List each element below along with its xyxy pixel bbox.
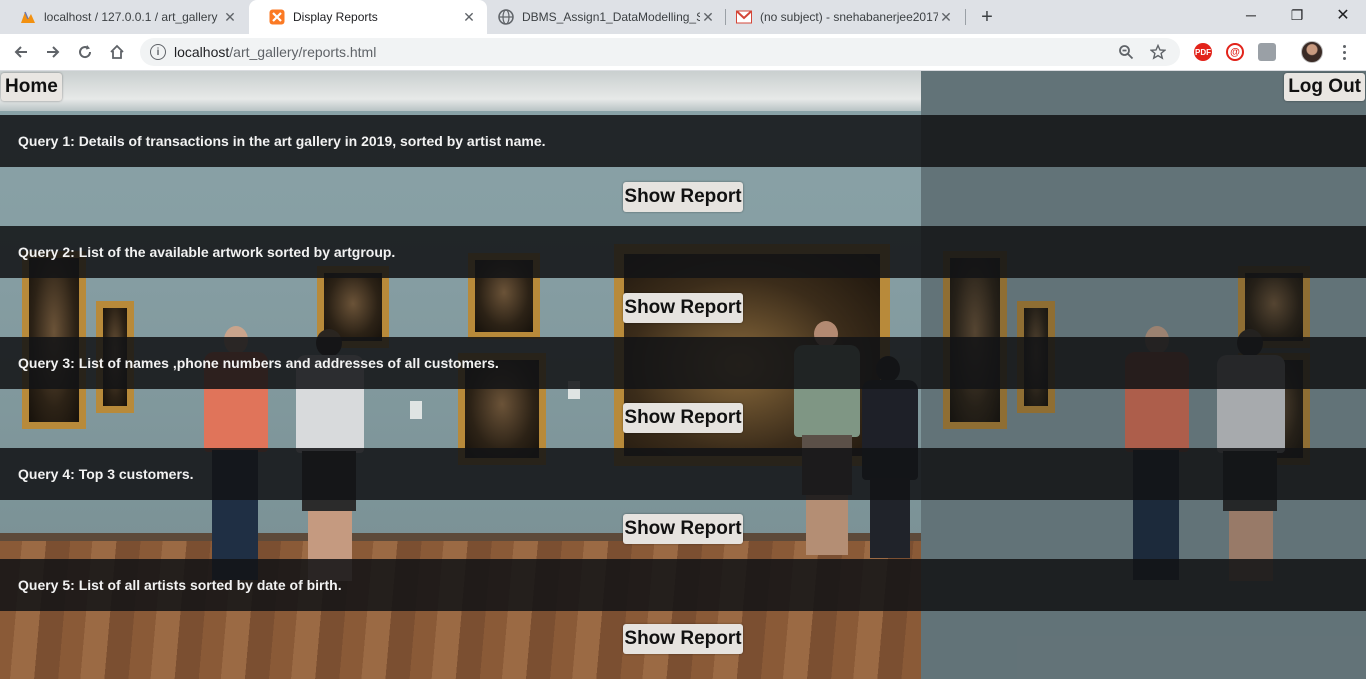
tab-title: Display Reports [293, 10, 378, 24]
address-bar[interactable]: i localhost/art_gallery/reports.html [140, 38, 1180, 66]
home-icon [110, 44, 124, 59]
gmail-icon [736, 9, 752, 25]
globe-icon [498, 9, 514, 25]
show-report-1-button[interactable]: Show Report [623, 182, 743, 212]
tab-display-reports[interactable]: Display Reports ✕ [249, 0, 487, 34]
pdf-extension-icon[interactable]: PDF [1194, 43, 1212, 61]
tab-gmail[interactable]: (no subject) - snehabanerjee2017 ✕ [716, 0, 964, 34]
tab-strip: localhost / 127.0.0.1 / art_gallery ✕ Di… [0, 0, 1366, 34]
back-arrow-icon [14, 46, 27, 58]
window-close-button[interactable]: ✕ [1320, 0, 1366, 30]
home-button[interactable]: Home [1, 73, 62, 101]
close-icon[interactable]: ✕ [938, 9, 954, 25]
browser-toolbar: i localhost/art_gallery/reports.html PDF… [0, 34, 1366, 71]
show-report-3-button[interactable]: Show Report [623, 403, 743, 433]
minimize-button[interactable]: ─ [1228, 0, 1274, 30]
home-browser-button[interactable] [104, 39, 130, 65]
show-report-4-button[interactable]: Show Report [623, 514, 743, 544]
url-text[interactable]: localhost/art_gallery/reports.html [174, 44, 1116, 60]
page-viewport: Home Log Out Query 1: Details of transac… [0, 71, 1366, 679]
query-3-text: Query 3: List of names ,phone numbers an… [18, 355, 499, 371]
query-4-text: Query 4: Top 3 customers. [18, 466, 194, 482]
reload-button[interactable] [72, 39, 98, 65]
info-icon[interactable]: i [150, 44, 166, 60]
forward-button[interactable] [40, 39, 66, 65]
at-extension-icon[interactable]: @ [1226, 43, 1244, 61]
tab-phpmyadmin[interactable]: localhost / 127.0.0.1 / art_gallery ✕ [0, 0, 248, 34]
tab-title: localhost / 127.0.0.1 / art_gallery [44, 10, 218, 24]
new-tab-button[interactable]: + [975, 5, 999, 29]
tab-separator [965, 9, 966, 25]
url-path: /art_gallery/reports.html [229, 44, 377, 60]
close-icon[interactable]: ✕ [461, 9, 477, 25]
xampp-icon [269, 9, 285, 25]
query-3-band: Query 3: List of names ,phone numbers an… [0, 337, 1366, 389]
close-icon[interactable]: ✕ [222, 9, 238, 25]
query-4-band: Query 4: Top 3 customers. [0, 448, 1366, 500]
forward-arrow-icon [47, 46, 60, 58]
query-5-band: Query 5: List of all artists sorted by d… [0, 559, 1366, 611]
query-1-text: Query 1: Details of transactions in the … [18, 133, 546, 149]
query-5-text: Query 5: List of all artists sorted by d… [18, 577, 342, 593]
back-button[interactable] [8, 39, 34, 65]
browser-menu-icon[interactable] [1334, 41, 1354, 63]
tab-title: (no subject) - snehabanerjee2017 [760, 10, 938, 24]
reload-icon [79, 45, 92, 59]
query-2-text: Query 2: List of the available artwork s… [18, 244, 396, 260]
profile-avatar[interactable] [1301, 41, 1323, 63]
zoom-icon[interactable] [1116, 42, 1136, 62]
tab-dbms-assign[interactable]: DBMS_Assign1_DataModelling_S ✕ [478, 0, 726, 34]
phpmyadmin-icon [20, 9, 36, 25]
close-icon[interactable]: ✕ [700, 9, 716, 25]
tab-title: DBMS_Assign1_DataModelling_S [522, 10, 700, 24]
query-1-band: Query 1: Details of transactions in the … [0, 115, 1366, 167]
show-report-2-button[interactable]: Show Report [623, 293, 743, 323]
show-report-5-button[interactable]: Show Report [623, 624, 743, 654]
bookmark-star-icon[interactable] [1148, 42, 1168, 62]
extension-icon[interactable] [1258, 43, 1276, 61]
logout-button[interactable]: Log Out [1284, 73, 1365, 101]
query-2-band: Query 2: List of the available artwork s… [0, 226, 1366, 278]
maximize-button[interactable]: ❐ [1274, 0, 1320, 30]
url-host: localhost [174, 44, 230, 60]
